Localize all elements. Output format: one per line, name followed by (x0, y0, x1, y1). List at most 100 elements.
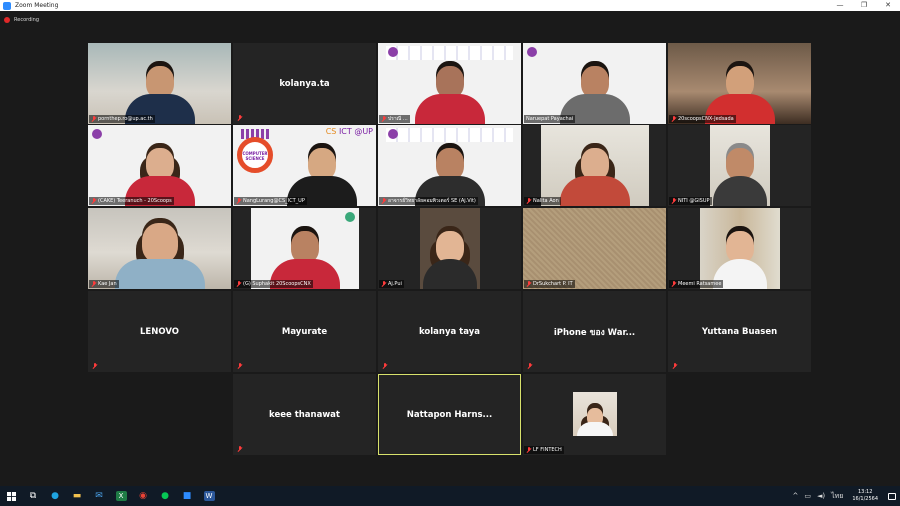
maximize-button[interactable]: ❐ (852, 0, 876, 11)
participant-video (523, 43, 666, 124)
participant-video (251, 208, 359, 289)
window-title: Zoom Meeting (15, 2, 59, 9)
video-tile-kae-jan[interactable]: Kae Jan (88, 208, 231, 289)
video-tile-aj-pui[interactable]: Aj.Pui (378, 208, 521, 289)
muted-mic-icon (526, 198, 531, 204)
participant-figure (414, 66, 485, 124)
participant-figure (423, 231, 477, 289)
edge-browser-icon[interactable]: ● (44, 486, 66, 506)
computer-science-logo-text: COMPUTER SCIENCE (242, 151, 268, 161)
close-button[interactable]: ✕ (876, 0, 900, 11)
file-explorer-icon[interactable]: ▬ (66, 486, 88, 506)
muted-mic-icon (671, 116, 676, 122)
video-tile-ajvit[interactable]: อาจารย์วิทยาลัยคอมพิวเตอร์ SE (Aj.Vit) (378, 125, 521, 206)
windows-start-icon[interactable] (0, 486, 22, 506)
cs-tag-text: CS (325, 127, 337, 136)
video-tile-kolanya-taya[interactable]: kolanya taya (378, 291, 521, 372)
muted-mic-icon (381, 116, 386, 122)
participant-figure (713, 148, 767, 206)
cs-ict-tag: CS ICT @UP (326, 127, 373, 136)
windows-taskbar: ⧉ ● ▬ ✉ X ◉ ● ■ W ^ ▭ ◄) ไทย 13:12 16/1/… (0, 486, 900, 506)
network-icon[interactable]: ▭ (804, 492, 811, 500)
muted-mic-icon (526, 447, 531, 453)
minimize-button[interactable]: — (828, 0, 852, 11)
participant-name-label: ปราณี ... (379, 115, 410, 123)
video-tile-pornthep[interactable]: pornthep.ro@up.ac.th (88, 43, 231, 124)
clock-date: 16/1/2564 (852, 496, 878, 502)
participant-name-label: (G) Suphakit 20ScoopsCNX (234, 280, 313, 288)
video-tile-nattapon-active-speaker[interactable]: Nattapon Harns... (378, 374, 521, 455)
participant-name-label: Naruepat Payachai (524, 115, 576, 123)
participant-video (88, 208, 231, 289)
participant-video (710, 125, 770, 206)
show-hidden-icons-chevron-icon[interactable]: ^ (792, 492, 798, 500)
university-logo-icon (527, 47, 537, 57)
participant-video (541, 125, 649, 206)
company-logo-icon (345, 212, 355, 222)
participant-name-label: LF FINTECH (524, 446, 564, 454)
video-tile-sukchart[interactable]: DrSukchart P. IT (523, 208, 666, 289)
ict-tag-text: ICT @UP (338, 127, 373, 136)
excel-icon[interactable]: X (110, 486, 132, 506)
zoom-icon[interactable]: ■ (176, 486, 198, 506)
participant-name: LENOVO (140, 326, 179, 337)
volume-icon[interactable]: ◄) (817, 492, 825, 500)
video-tile-mayurate[interactable]: Mayurate (233, 291, 376, 372)
participant-name-label: Nalita Aon (524, 197, 561, 205)
muted-mic-icon (237, 363, 242, 369)
system-tray: ^ ▭ ◄) ไทย 13:12 16/1/2564 (789, 486, 900, 506)
virtual-background-banner (386, 128, 513, 142)
recording-dot-icon (4, 17, 10, 23)
participant-name: kolanya taya (418, 326, 480, 337)
video-tile-kolanya-ta[interactable]: kolanya.ta (233, 43, 376, 124)
video-tile-nangurang[interactable]: COMPUTER SCIENCE CS ICT @UP NangLurang@C… (233, 125, 376, 206)
participant-name-label: อาจารย์วิทยาลัยคอมพิวเตอร์ SE (Aj.Vit) (379, 197, 478, 205)
muted-mic-icon (671, 281, 676, 287)
video-tile-keee[interactable]: keee thanawat (233, 374, 376, 455)
video-tile-jedsada[interactable]: 20scoopsCNX-Jedsada (668, 43, 811, 124)
video-tile-naruepat[interactable]: Naruepat Payachai (523, 43, 666, 124)
participant-profile-photo (573, 392, 617, 436)
video-tile-chiangmai[interactable]: ปราณี ... (378, 43, 521, 124)
muted-mic-icon (91, 198, 96, 204)
participant-name-label: Meemi Ratsamee (669, 280, 724, 288)
muted-mic-icon (92, 363, 97, 369)
muted-mic-icon (237, 115, 242, 121)
muted-mic-icon (236, 281, 241, 287)
video-tile-lf-fintech[interactable]: LF FINTECH (523, 374, 666, 455)
participant-video (523, 208, 666, 289)
video-tile-yuttana[interactable]: Yuttana Buasen (668, 291, 811, 372)
video-tile-niti[interactable]: NITI @GISUP (668, 125, 811, 206)
task-view-icon[interactable]: ⧉ (22, 486, 44, 506)
video-tile-teeranuch[interactable]: (CAKE) Teeranuch - 20Scoops (88, 125, 231, 206)
mail-icon[interactable]: ✉ (88, 486, 110, 506)
muted-mic-icon (381, 281, 386, 287)
video-tile-iphone-war[interactable]: iPhone ของ War... (523, 291, 666, 372)
input-language-indicator[interactable]: ไทย (831, 491, 843, 502)
video-tile-meemi[interactable]: Meemi Ratsamee (668, 208, 811, 289)
participant-name-label: NITI @GISUP (669, 197, 712, 205)
zoom-meeting-window: Zoom Meeting — ❐ ✕ Recording pornthep.ro… (0, 0, 900, 506)
participant-video (668, 43, 811, 124)
video-tile-nalita[interactable]: Nalita Aon (523, 125, 666, 206)
participant-video (378, 43, 521, 124)
recording-indicator[interactable]: Recording (4, 15, 39, 25)
participant-name-label: 20scoopsCNX-Jedsada (669, 115, 736, 123)
taskbar-clock[interactable]: 13:12 16/1/2564 (852, 489, 878, 503)
muted-mic-icon (672, 363, 677, 369)
video-tile-suphakit[interactable]: (G) Suphakit 20ScoopsCNX (233, 208, 376, 289)
participant-video (700, 208, 780, 289)
line-icon[interactable]: ● (154, 486, 176, 506)
participant-name-label: DrSukchart P. IT (524, 280, 575, 288)
chrome-icon[interactable]: ◉ (132, 486, 154, 506)
participant-name: iPhone ของ War... (553, 327, 636, 338)
notification-center-icon[interactable] (884, 486, 900, 506)
participant-name-label: Kae Jan (89, 280, 119, 288)
university-logo-icon (388, 47, 398, 57)
university-logo-icon (92, 129, 102, 139)
muted-mic-icon (236, 198, 241, 204)
participant-video (88, 43, 231, 124)
word-icon[interactable]: W (198, 486, 220, 506)
video-tile-lenovo[interactable]: LENOVO (88, 291, 231, 372)
title-bar: Zoom Meeting — ❐ ✕ (0, 0, 900, 11)
